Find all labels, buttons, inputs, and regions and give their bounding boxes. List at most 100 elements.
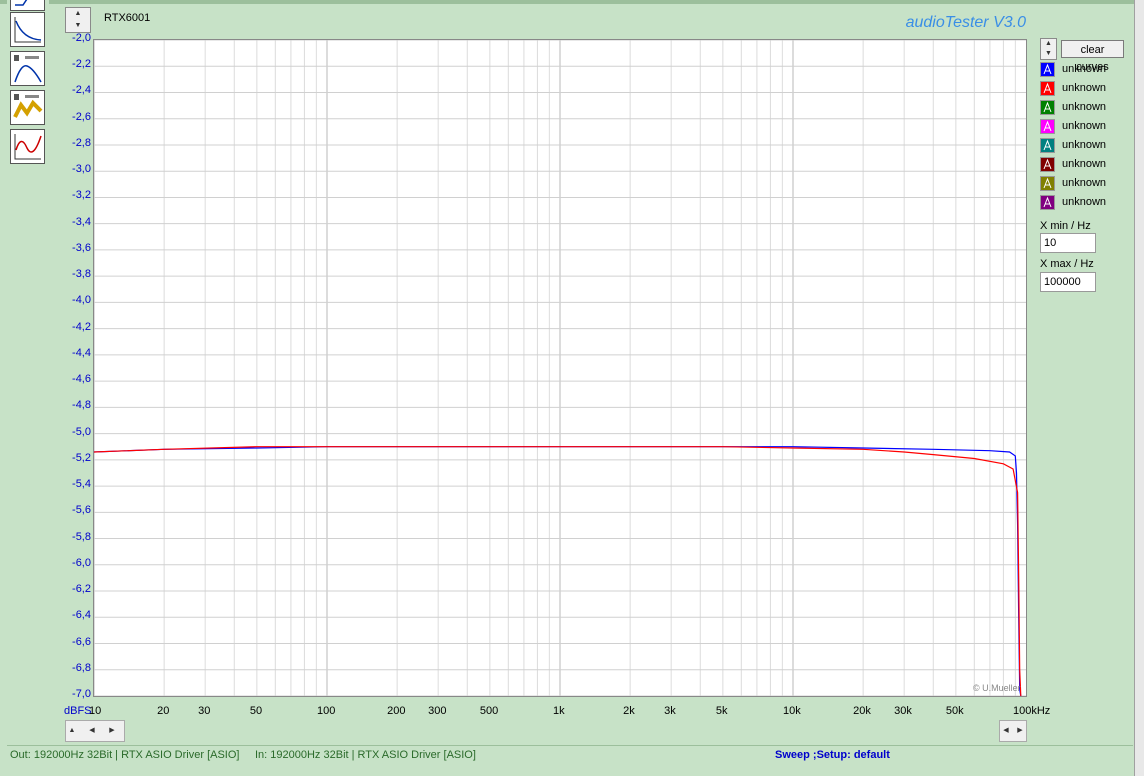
y-tick-label: -5,0 <box>72 425 91 438</box>
right-scroll-control[interactable]: ◀ ▶ <box>999 720 1027 742</box>
x-tick-label: 3k <box>664 705 676 717</box>
spin-up-icon[interactable]: ▲ <box>66 721 78 741</box>
y-tick-label: -6,8 <box>72 661 91 674</box>
curve-symbol-icon <box>1043 158 1052 170</box>
tool-palette <box>7 0 49 172</box>
x-tick-label: 1k <box>553 705 565 717</box>
legend-label: unknown <box>1062 63 1107 75</box>
x-max-label: X max / Hz <box>1040 258 1094 270</box>
x-tick-label: 30 <box>198 705 211 717</box>
y-tick-label: -2,0 <box>72 32 91 44</box>
curve-series-2 <box>94 446 1022 696</box>
chart-selector-spinner[interactable]: ▲ ▼ <box>65 7 91 33</box>
curve-symbol-icon <box>1043 120 1052 132</box>
y-tick-label: -5,6 <box>72 504 91 517</box>
speaker-level-tool-button[interactable] <box>10 51 45 86</box>
y-tick-label: -4,2 <box>72 320 91 333</box>
y-tick-label: -5,4 <box>72 478 91 491</box>
curve-color-swatch-icon[interactable] <box>1040 157 1055 172</box>
x-tick-label: 50k <box>945 705 964 717</box>
y-tick-label: -6,0 <box>72 556 91 569</box>
clear-curves-button[interactable]: clear curves <box>1061 40 1124 73</box>
status-input-device: In: 192000Hz 32Bit | RTX ASIO Driver [AS… <box>255 749 476 761</box>
curve-color-swatch-icon[interactable] <box>1040 176 1055 191</box>
scroll-right-icon[interactable]: ▶ <box>1014 721 1026 741</box>
legend-label: unknown <box>1062 158 1107 170</box>
curve-color-swatch-icon[interactable] <box>1040 62 1055 77</box>
y-tick-label: -6,2 <box>72 583 91 596</box>
x-tick-label: 10k <box>783 705 801 717</box>
y-tick-label: -3,2 <box>72 189 91 202</box>
spin-down-icon[interactable]: ▼ <box>1041 49 1056 59</box>
speaker-curve-tool-button[interactable] <box>10 90 45 125</box>
x-tick-label: 20 <box>157 705 170 717</box>
x-min-field[interactable]: 10 <box>1040 233 1096 253</box>
y-tick-label: -2,2 <box>72 58 91 71</box>
x-min-label: X min / Hz <box>1040 220 1091 232</box>
curve-color-swatch-icon[interactable] <box>1040 138 1055 153</box>
window-top-border <box>0 0 1144 4</box>
y-tick-label: -4,8 <box>72 399 91 412</box>
y-tick-label: -4,0 <box>72 294 91 307</box>
status-output-device: Out: 192000Hz 32Bit | RTX ASIO Driver [A… <box>10 749 240 761</box>
legend-label: unknown <box>1062 177 1107 189</box>
y-tick-label: -7,0 <box>72 688 91 700</box>
curve-color-swatch-icon[interactable] <box>1040 195 1055 210</box>
legend-spinner[interactable]: ▲ ▼ <box>1040 38 1057 60</box>
curve-symbol-icon <box>1043 101 1052 113</box>
frequency-response-icon <box>14 17 42 43</box>
y-tick-label: -4,4 <box>72 346 91 359</box>
frequency-response-tool-button[interactable] <box>10 12 45 47</box>
x-tick-label: 50 <box>249 705 263 717</box>
y-tick-label: -3,4 <box>72 215 91 228</box>
copyright-label: © U.Mueller <box>973 683 1021 693</box>
y-tick-label: -2,6 <box>72 110 91 123</box>
y-tick-label: -6,4 <box>72 609 91 622</box>
curve-color-swatch-icon[interactable] <box>1040 119 1055 134</box>
curve-color-swatch-icon[interactable] <box>1040 81 1055 96</box>
scope-icon <box>14 134 42 160</box>
curve-symbol-icon <box>1043 139 1052 151</box>
x-tick-label: 100kHz <box>1013 705 1051 717</box>
left-scroll-control[interactable]: ▲ ◀ ▶ <box>65 720 125 742</box>
generic-tool-icon <box>15 0 28 6</box>
scroll-left-icon[interactable]: ◀ <box>1000 721 1012 741</box>
chart-name: RTX6001 <box>104 12 151 24</box>
speaker-level-icon <box>14 55 42 83</box>
curve-color-swatch-icon[interactable] <box>1040 100 1055 115</box>
y-tick-label: -3,6 <box>72 241 91 254</box>
scroll-left-icon[interactable]: ◀ <box>86 721 98 741</box>
legend-label: unknown <box>1062 82 1107 94</box>
curve-symbol-icon <box>1043 196 1052 208</box>
x-tick-label: 5k <box>715 705 728 717</box>
plot-area[interactable] <box>93 39 1027 697</box>
spin-up-icon[interactable]: ▲ <box>66 8 90 20</box>
y-axis-unit: dBFS <box>64 705 92 717</box>
legend-label: unknown <box>1062 196 1107 208</box>
spin-down-icon[interactable]: ▼ <box>66 20 90 32</box>
y-tick-label: -2,4 <box>72 84 91 97</box>
x-tick-label: 100 <box>317 705 336 717</box>
app-title: audioTester V3.0 <box>905 14 1026 31</box>
status-mode: Sweep ;Setup: default <box>775 749 890 761</box>
x-tick-label: 200 <box>387 705 406 717</box>
window-right-edge <box>1134 0 1144 776</box>
y-tick-label: -4,6 <box>72 373 91 386</box>
scope-tool-button[interactable] <box>10 129 45 164</box>
y-tick-label: -3,0 <box>72 163 91 176</box>
spin-up-icon[interactable]: ▲ <box>1041 39 1056 49</box>
y-tick-label: -3,8 <box>72 268 91 281</box>
x-max-field[interactable]: 100000 <box>1040 272 1096 292</box>
frequency-response-plot <box>94 40 1026 696</box>
curve-symbol-icon <box>1043 177 1052 189</box>
x-tick-label: 2k <box>623 705 635 717</box>
legend-label: unknown <box>1062 101 1107 113</box>
tool-button-partial[interactable] <box>10 0 45 11</box>
speaker-curve-icon <box>13 94 43 118</box>
curve-symbol-icon <box>1043 82 1052 94</box>
scroll-right-icon[interactable]: ▶ <box>106 721 118 741</box>
x-tick-label: 300 <box>428 705 447 717</box>
legend-label: unknown <box>1062 139 1107 151</box>
status-bar: Out: 192000Hz 32Bit | RTX ASIO Driver [A… <box>7 745 1133 768</box>
y-tick-label: -5,2 <box>72 451 91 464</box>
